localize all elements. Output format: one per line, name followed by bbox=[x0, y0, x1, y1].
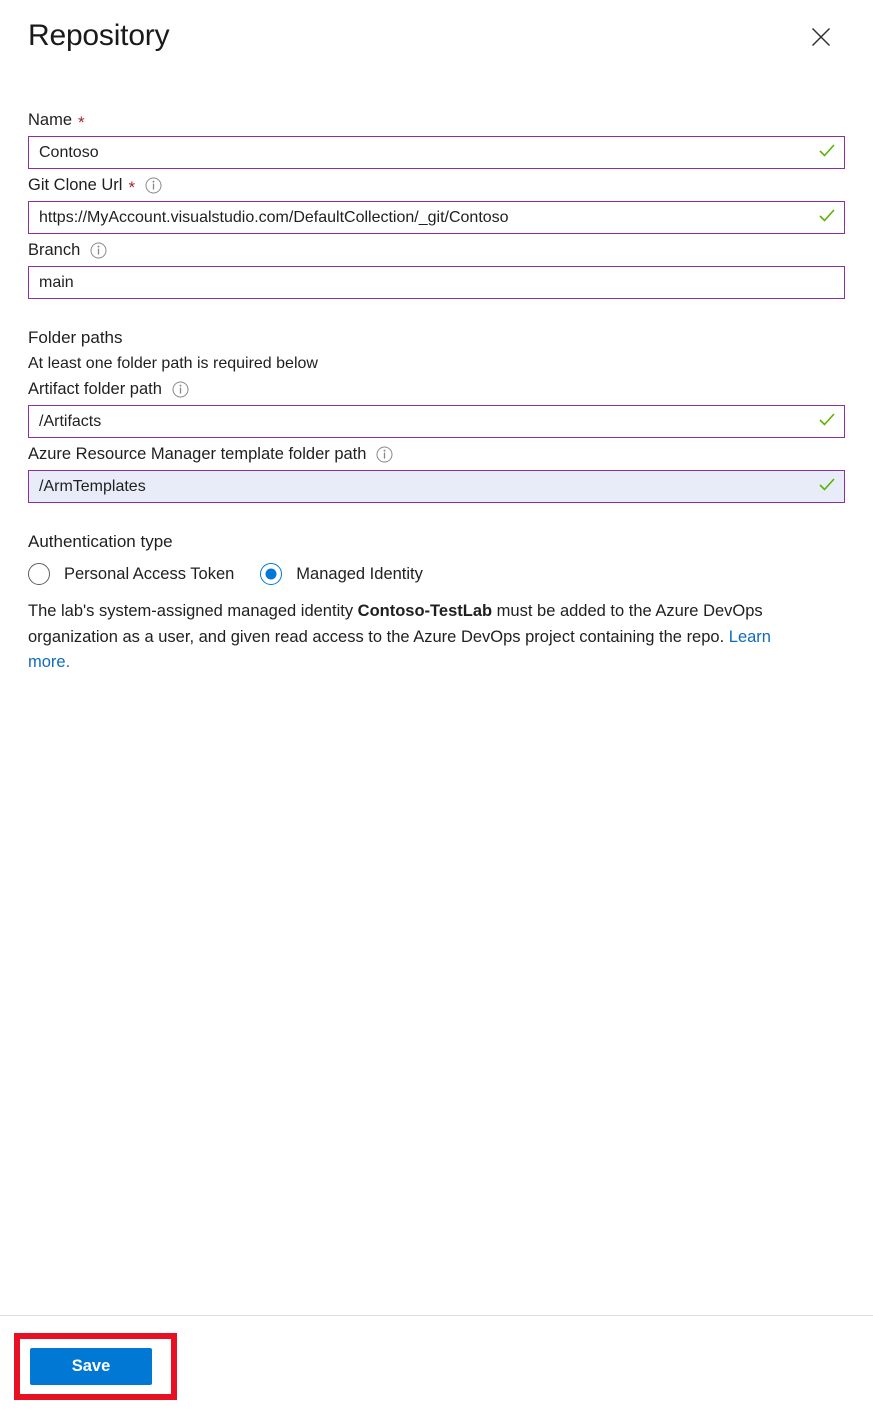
panel-header: Repository bbox=[0, 0, 873, 78]
radio-personal-access-token[interactable]: Personal Access Token bbox=[28, 563, 234, 585]
radio-managed-identity[interactable]: Managed Identity bbox=[260, 563, 423, 585]
info-icon[interactable] bbox=[90, 242, 107, 259]
branch-input-row bbox=[28, 266, 845, 299]
info-icon[interactable] bbox=[376, 446, 393, 463]
authentication-type-radio-group: Personal Access Token Managed Identity bbox=[0, 563, 873, 585]
info-icon[interactable] bbox=[145, 177, 162, 194]
name-input-row bbox=[28, 136, 845, 169]
page-title: Repository bbox=[28, 19, 170, 52]
repository-form: Name * Git Clone Url * Br bbox=[0, 108, 873, 676]
radio-label: Personal Access Token bbox=[64, 564, 235, 583]
radio-circle-icon bbox=[28, 563, 50, 585]
description-part-1: The lab's system-assigned managed identi… bbox=[28, 602, 358, 620]
branch-field-label: Branch bbox=[0, 238, 873, 262]
name-input[interactable] bbox=[28, 136, 845, 169]
arm-template-folder-path-label: Azure Resource Manager template folder p… bbox=[0, 442, 873, 466]
branch-label-text: Branch bbox=[28, 241, 81, 259]
close-icon bbox=[809, 25, 833, 49]
git-clone-url-label-text: Git Clone Url bbox=[28, 176, 123, 194]
radio-circle-selected-icon bbox=[260, 563, 283, 585]
artifact-folder-path-label-text: Artifact folder path bbox=[28, 380, 162, 398]
git-clone-url-input[interactable] bbox=[28, 201, 845, 234]
managed-identity-description: The lab's system-assigned managed identi… bbox=[0, 599, 845, 676]
git-clone-url-field-label: Git Clone Url * bbox=[0, 173, 873, 197]
authentication-section-title: Authentication type bbox=[28, 532, 173, 551]
close-button[interactable] bbox=[800, 16, 842, 58]
name-label-text: Name bbox=[28, 111, 73, 129]
required-asterisk: * bbox=[78, 112, 85, 132]
footer-divider bbox=[0, 1315, 873, 1316]
name-field-label: Name * bbox=[0, 108, 873, 132]
save-button[interactable]: Save bbox=[30, 1348, 152, 1385]
git-clone-url-input-row bbox=[28, 201, 845, 234]
arm-template-folder-path-label-text: Azure Resource Manager template folder p… bbox=[28, 445, 367, 463]
branch-input[interactable] bbox=[28, 266, 845, 299]
folder-paths-helper-text: At least one folder path is required bel… bbox=[28, 355, 318, 372]
arm-template-folder-path-input[interactable] bbox=[28, 470, 845, 503]
arm-template-folder-path-input-row bbox=[28, 470, 845, 503]
radio-label: Managed Identity bbox=[296, 564, 423, 583]
info-icon[interactable] bbox=[172, 381, 189, 398]
artifact-folder-path-input[interactable] bbox=[28, 405, 845, 438]
identity-name: Contoso-TestLab bbox=[357, 602, 493, 620]
artifact-folder-path-label: Artifact folder path bbox=[0, 377, 873, 401]
required-asterisk: * bbox=[128, 177, 136, 197]
artifact-folder-path-input-row bbox=[28, 405, 845, 438]
folder-paths-section-title: Folder paths bbox=[28, 328, 123, 347]
